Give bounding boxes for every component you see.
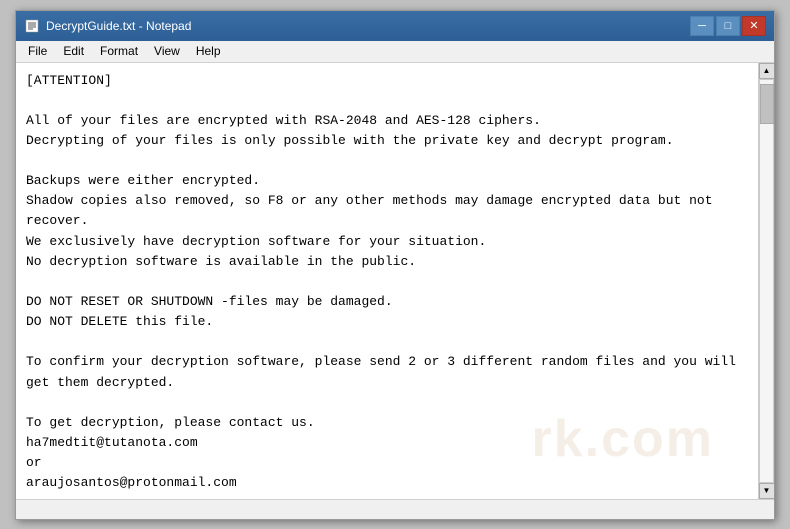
scroll-down-arrow[interactable]: ▼ [759, 483, 775, 499]
menu-bar: File Edit Format View Help [16, 41, 774, 63]
maximize-button[interactable]: □ [716, 16, 740, 36]
text-editor[interactable]: [ATTENTION] All of your files are encryp… [16, 63, 758, 499]
notepad-window: DecryptGuide.txt - Notepad ─ □ ✕ File Ed… [15, 10, 775, 520]
scrollbar-track[interactable] [759, 79, 774, 483]
close-button[interactable]: ✕ [742, 16, 766, 36]
app-icon [24, 18, 40, 34]
title-bar: DecryptGuide.txt - Notepad ─ □ ✕ [16, 11, 774, 41]
content-area: [ATTENTION] All of your files are encryp… [16, 63, 774, 499]
menu-help[interactable]: Help [188, 42, 229, 60]
window-controls: ─ □ ✕ [690, 16, 766, 36]
minimize-button[interactable]: ─ [690, 16, 714, 36]
window-title: DecryptGuide.txt - Notepad [46, 19, 690, 33]
menu-format[interactable]: Format [92, 42, 146, 60]
scrollbar-thumb[interactable] [760, 84, 774, 124]
scrollbar[interactable]: ▲ ▼ [758, 63, 774, 499]
menu-edit[interactable]: Edit [55, 42, 92, 60]
status-bar [16, 499, 774, 519]
menu-view[interactable]: View [146, 42, 188, 60]
scroll-up-arrow[interactable]: ▲ [759, 63, 775, 79]
menu-file[interactable]: File [20, 42, 55, 60]
